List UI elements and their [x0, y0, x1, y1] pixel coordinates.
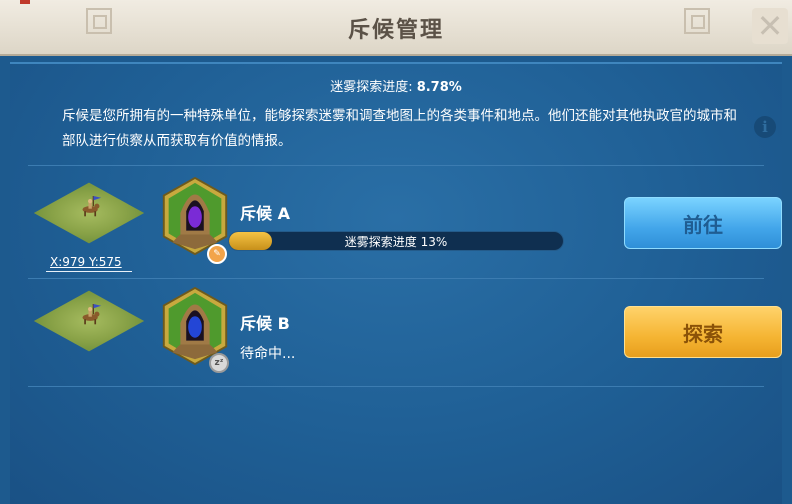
scout-a-coordinates[interactable]: X:979 Y:575	[50, 255, 122, 269]
divider	[28, 278, 764, 279]
scout-description: 斥候是您所拥有的一种特殊单位，能够探索迷雾和调查地图上的各类事件和地点。他们还能…	[62, 108, 737, 149]
explore-button[interactable]: 探索	[624, 306, 782, 358]
fog-progress-label: 迷雾探索进度:	[330, 80, 417, 95]
scout-a-progress-label: 迷雾探索进度 13%	[344, 235, 448, 249]
go-to-button[interactable]: 前往	[624, 197, 782, 249]
coord-underline	[46, 271, 132, 272]
close-button[interactable]: ✕	[752, 8, 788, 44]
divider	[28, 386, 764, 387]
scout-b-status: 待命中...	[240, 346, 296, 362]
fog-progress-summary: 迷雾探索进度: 8.78%	[0, 76, 792, 95]
title-bar: 斥候管理	[0, 0, 792, 56]
scout-b-name: 斥候 B	[240, 314, 290, 333]
info-icon[interactable]: i	[754, 116, 776, 138]
scroll-icon: ✎	[207, 244, 227, 264]
fog-progress-value: 8.78%	[416, 80, 462, 95]
window-title: 斥候管理	[347, 18, 444, 43]
scout-b-map-tile[interactable]	[33, 286, 145, 356]
mounted-scout-icon	[82, 196, 102, 217]
scout-a-progress-bar: 迷雾探索进度 13%	[228, 231, 564, 251]
divider	[28, 165, 764, 166]
scout-a-map-tile[interactable]	[33, 178, 145, 248]
red-mark	[20, 0, 30, 4]
close-icon: ✕	[756, 7, 784, 45]
sleep-icon: zᶻ	[209, 353, 229, 373]
mounted-scout-icon	[82, 304, 102, 325]
scout-a-name: 斥候 A	[240, 204, 290, 223]
